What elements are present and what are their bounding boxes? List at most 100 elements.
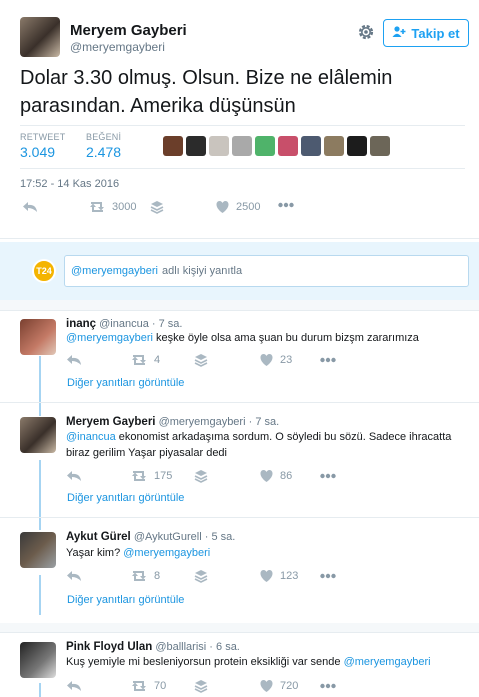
reply-button[interactable] [66, 353, 82, 367]
like-button[interactable]: 720 [259, 679, 298, 693]
reply-body: Yaşar kim? [66, 547, 121, 559]
reply-text: Kuş yemiyle mi besleniyorsun protein eks… [66, 654, 466, 670]
reply-header: Pink Floyd Ulan @balllarisi · 6 sa. [66, 641, 240, 653]
retweet-icon [130, 569, 148, 583]
reply-text: @meryemgayberi keşke öyle olsa ama şuan … [66, 330, 466, 346]
liker-avatar[interactable] [209, 136, 229, 156]
reply-name[interactable]: Meryem Gayberi [66, 416, 156, 428]
tweet-timestamp[interactable]: 17:52 - 14 Kas 2016 [20, 178, 119, 190]
like-button[interactable]: 2500 [215, 200, 260, 214]
retweet-count: 8 [154, 570, 161, 582]
liker-avatar[interactable] [347, 136, 367, 156]
see-replies-link[interactable]: Diğer yanıtları görüntüle [67, 594, 184, 606]
reply-handle[interactable]: @inancua [99, 318, 149, 330]
stack-button[interactable] [194, 353, 208, 367]
gear-icon[interactable] [356, 22, 376, 42]
retweet-stat[interactable]: RETWEET 3.049 [20, 132, 65, 160]
reply-button[interactable] [66, 469, 82, 483]
reply-mention[interactable]: @meryemgayberi [123, 547, 210, 559]
reply-item[interactable]: Meryem Gayberi @meryemgayberi · 7 sa. @i… [0, 402, 479, 517]
tweet-actions: 3000 2500 [0, 200, 479, 220]
reply-button[interactable] [66, 679, 82, 693]
reply-handle[interactable]: @meryemgayberi [159, 416, 246, 428]
follow-user-icon [392, 25, 406, 41]
follow-button[interactable]: Takip et [383, 19, 469, 47]
tweet-header: Meryem Gayberi @meryemgayberi Takip et [0, 0, 479, 60]
liker-avatar[interactable] [232, 136, 252, 156]
stack-button[interactable] [150, 200, 164, 214]
liker-avatar[interactable] [186, 136, 206, 156]
reply-item[interactable]: Aykut Gürel @AykutGurell · 5 sa. Yaşar k… [0, 517, 479, 623]
reply-handle[interactable]: @balllarisi [155, 641, 206, 653]
reply-avatar[interactable] [20, 417, 56, 453]
reply-header: Meryem Gayberi @meryemgayberi · 7 sa. [66, 416, 279, 428]
reply-button[interactable] [66, 569, 82, 583]
liker-avatar[interactable] [163, 136, 183, 156]
stack-button[interactable] [194, 679, 208, 693]
see-replies-link[interactable]: Diğer yanıtları görüntüle [67, 377, 184, 389]
reply-name[interactable]: Aykut Gürel [66, 531, 131, 543]
more-button[interactable] [320, 683, 336, 689]
stack-button[interactable] [194, 469, 208, 483]
liker-avatar[interactable] [324, 136, 344, 156]
reply-item[interactable]: Pink Floyd Ulan @balllarisi · 6 sa. Kuş … [0, 632, 479, 697]
retweet-button[interactable]: 8 [130, 569, 160, 583]
author-handle[interactable]: @meryemgayberi [70, 40, 165, 54]
follow-label: Takip et [411, 25, 460, 41]
reply-avatar[interactable] [20, 319, 56, 355]
more-button[interactable] [320, 473, 336, 479]
reply-mention[interactable]: @inancua [66, 431, 116, 443]
like-button[interactable]: 123 [259, 569, 298, 583]
like-count: 23 [280, 354, 293, 366]
reply-mention[interactable]: @meryemgayberi [66, 332, 153, 344]
reply-time[interactable]: · 6 sa. [209, 641, 240, 653]
like-stat-count: 2.478 [86, 144, 122, 160]
reply-name[interactable]: Pink Floyd Ulan [66, 641, 152, 653]
stack-icon [194, 679, 208, 693]
like-count: 86 [280, 470, 293, 482]
author-avatar[interactable] [20, 17, 60, 57]
liker-avatar[interactable] [301, 136, 321, 156]
liker-avatar[interactable] [255, 136, 275, 156]
heart-icon [259, 679, 274, 693]
reply-icon [66, 353, 82, 367]
reply-body: ekonomist arkadaşıma sordum. O söyledi b… [66, 431, 452, 459]
stack-button[interactable] [194, 569, 208, 583]
reply-item[interactable]: inanç @inancua · 7 sa. @meryemgayberi ke… [0, 310, 479, 402]
stack-icon [194, 469, 208, 483]
retweet-button[interactable]: 4 [130, 353, 160, 367]
heart-icon [259, 569, 274, 583]
author-name[interactable]: Meryem Gayberi [70, 22, 187, 39]
reply-input[interactable]: @meryemgayberi adlı kişiyi yanıtla [64, 255, 469, 287]
retweet-button[interactable]: 175 [130, 469, 172, 483]
reply-time[interactable]: · 7 sa. [152, 318, 183, 330]
retweet-icon [130, 469, 148, 483]
more-button[interactable] [278, 202, 294, 208]
reply-header: inanç @inancua · 7 sa. [66, 318, 182, 330]
reply-name[interactable]: inanç [66, 318, 96, 330]
reply-time[interactable]: · 7 sa. [249, 416, 280, 428]
reply-actions: 70 720 [0, 679, 479, 697]
retweet-button[interactable]: 70 [130, 679, 166, 693]
like-button[interactable]: 86 [259, 469, 292, 483]
reply-button[interactable] [22, 200, 38, 214]
retweet-button[interactable]: 3000 [88, 200, 136, 214]
retweet-icon [130, 353, 148, 367]
like-button[interactable]: 23 [259, 353, 292, 367]
heart-icon [259, 353, 274, 367]
reply-avatar[interactable] [20, 532, 56, 568]
more-button[interactable] [320, 357, 336, 363]
reply-mention[interactable]: @meryemgayberi [344, 656, 431, 668]
see-replies-link[interactable]: Diğer yanıtları görüntüle [67, 492, 184, 504]
liker-avatar[interactable] [278, 136, 298, 156]
reply-body: Kuş yemiyle mi besleniyorsun protein eks… [66, 656, 341, 668]
reply-time[interactable]: · 5 sa. [205, 531, 236, 543]
more-button[interactable] [320, 573, 336, 579]
liker-avatar[interactable] [370, 136, 390, 156]
reply-avatar[interactable] [20, 642, 56, 678]
reply-icon [22, 200, 38, 214]
like-stat[interactable]: BEĞENİ 2.478 [86, 132, 121, 160]
retweet-icon [88, 200, 106, 214]
heart-icon [259, 469, 274, 483]
reply-handle[interactable]: @AykutGurell [134, 531, 202, 543]
